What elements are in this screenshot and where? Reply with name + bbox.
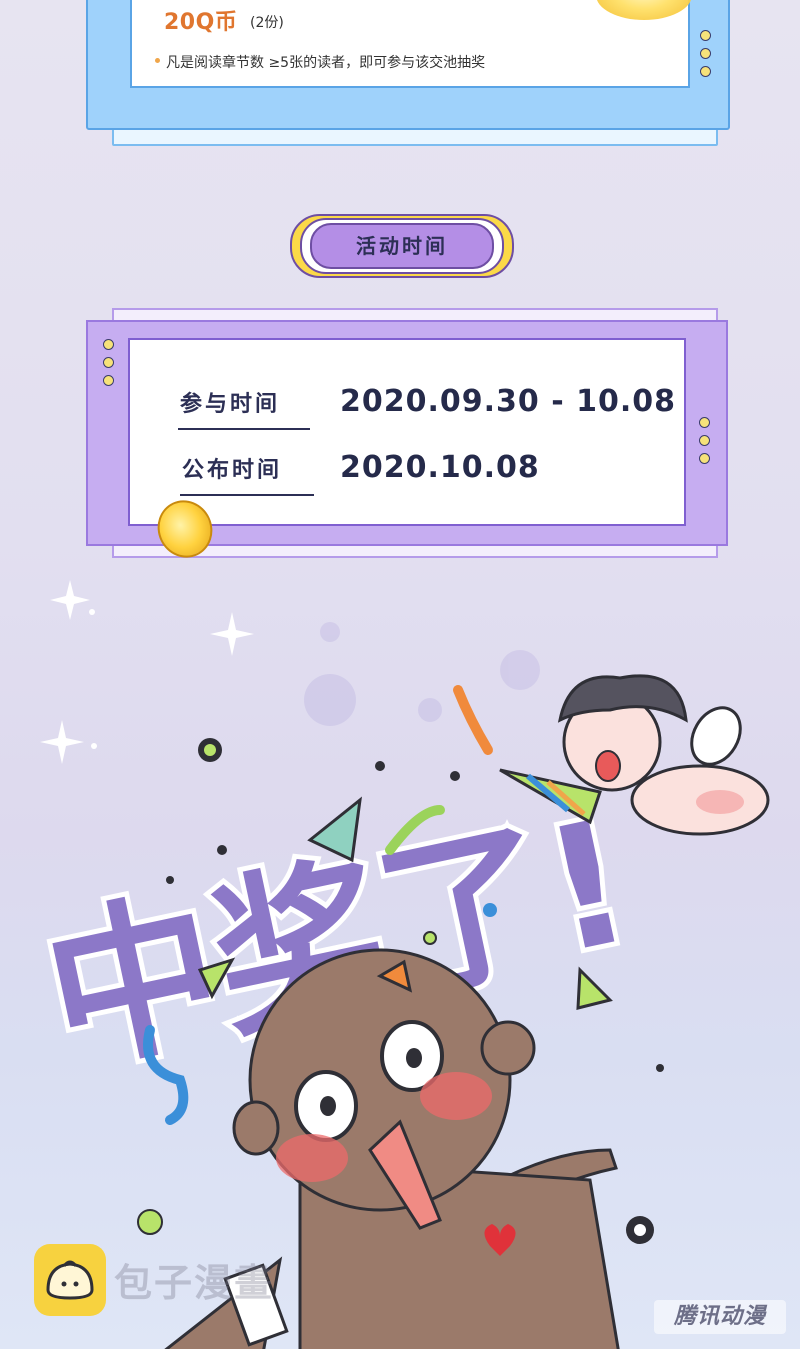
- celebration-illustration: 中奖了!: [25, 580, 770, 1349]
- sparkle-icon: [40, 580, 254, 764]
- decor-dot-icon: [103, 375, 114, 386]
- publisher-logo: 腾讯动漫: [654, 1300, 786, 1334]
- announce-value: 2020.10.08: [340, 450, 540, 485]
- label-underline: [178, 428, 310, 430]
- decor-dot-icon: [699, 435, 710, 446]
- participate-label: 参与时间: [180, 392, 281, 417]
- brand-watermark: 包子漫畫: [114, 1261, 275, 1305]
- decor-dot-icon: [699, 417, 710, 428]
- prize-note: 凡是阅读章节数 ≥5张的读者，即可参与该交池抽奖: [166, 55, 486, 71]
- time-card-inner: [128, 338, 686, 526]
- bun-logo-icon: [34, 1244, 106, 1316]
- decor-dot-icon: [103, 339, 114, 350]
- decor-dot-icon: [700, 30, 711, 41]
- prize-count: (2份): [250, 15, 284, 31]
- participate-value: 2020.09.30 - 10.08: [340, 384, 677, 419]
- decor-dot-icon: [699, 453, 710, 464]
- label-underline: [180, 494, 314, 496]
- prize-amount: 20Q币: [164, 10, 238, 35]
- decor-dot-icon: [700, 48, 711, 59]
- decor-dot-icon: [103, 357, 114, 368]
- decor-dot-icon: [700, 66, 711, 77]
- bullet-icon: [155, 58, 160, 63]
- announce-label: 公布时间: [182, 458, 283, 483]
- section-title: 活动时间: [310, 223, 494, 269]
- paint-blot: [304, 622, 540, 726]
